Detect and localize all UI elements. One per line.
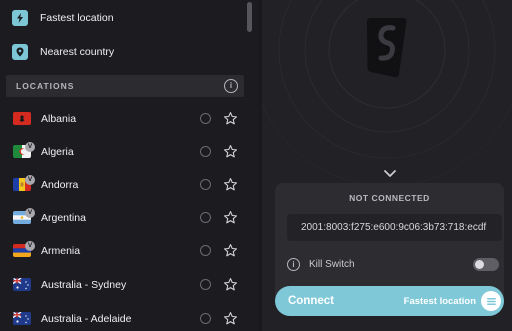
star-icon[interactable] xyxy=(223,144,238,159)
location-name: Australia - Sydney xyxy=(41,278,127,291)
connection-panel: NOT CONNECTED 2001:8003:f275:e600:9c06:3… xyxy=(262,0,512,331)
star-icon[interactable] xyxy=(223,311,238,326)
connection-status: NOT CONNECTED xyxy=(349,193,430,203)
kill-switch-row: i Kill Switch xyxy=(287,255,499,273)
location-row[interactable]: Albania xyxy=(0,102,250,135)
info-icon[interactable]: i xyxy=(287,257,300,271)
fastest-location-item[interactable]: Fastest location xyxy=(12,6,114,30)
locations-section-header: LOCATIONS i xyxy=(6,75,244,97)
server-load-icon xyxy=(200,313,211,324)
location-name: Australia - Adelaide xyxy=(41,312,132,325)
star-icon[interactable] xyxy=(223,243,238,258)
chevron-down-icon[interactable] xyxy=(382,168,398,180)
nearest-country-item[interactable]: Nearest country xyxy=(12,40,114,64)
location-row[interactable]: V Algeria xyxy=(0,135,250,168)
server-load-icon xyxy=(200,212,211,223)
connect-label: Connect xyxy=(288,295,334,307)
location-row[interactable]: V Armenia xyxy=(0,234,250,267)
location-name: Armenia xyxy=(41,244,81,257)
locations-title: LOCATIONS xyxy=(16,81,75,91)
location-row[interactable]: Australia - Sydney xyxy=(0,268,250,301)
star-icon[interactable] xyxy=(223,277,238,292)
kill-switch-label: Kill Switch xyxy=(309,258,355,270)
fastest-location-label: Fastest location xyxy=(40,12,114,24)
star-icon[interactable] xyxy=(223,111,238,126)
star-icon[interactable] xyxy=(223,177,238,192)
scrollbar[interactable] xyxy=(247,2,252,32)
server-load-icon xyxy=(200,113,211,124)
location-name: Andorra xyxy=(41,178,79,191)
server-load-icon xyxy=(200,245,211,256)
nearest-country-label: Nearest country xyxy=(40,46,115,58)
locations-panel: Fastest location Nearest country LOCATIO… xyxy=(0,0,258,331)
location-name: Albania xyxy=(41,112,77,125)
ip-address-field: 2001:8003:f275:e600:9c06:3b73:718:ecdf xyxy=(287,214,502,241)
virtual-location-badge: V xyxy=(25,142,35,152)
connect-button[interactable]: Connect Fastest location xyxy=(275,286,504,316)
location-row[interactable]: V Argentina xyxy=(0,201,250,234)
star-icon[interactable] xyxy=(223,210,238,225)
kill-switch-toggle[interactable] xyxy=(473,258,499,271)
server-load-icon xyxy=(200,146,211,157)
server-load-icon xyxy=(200,279,211,290)
albania-flag-icon xyxy=(13,112,31,125)
info-icon[interactable]: i xyxy=(224,79,238,93)
location-pin-icon xyxy=(12,44,28,60)
location-row[interactable]: Australia - Adelaide xyxy=(0,302,250,331)
virtual-location-badge: V xyxy=(25,208,35,218)
server-load-icon xyxy=(200,179,211,190)
surfshark-logo-icon xyxy=(367,18,407,78)
australia-flag-icon xyxy=(13,312,31,325)
virtual-location-badge: V xyxy=(25,241,35,251)
menu-icon[interactable] xyxy=(481,291,501,311)
lightning-icon xyxy=(12,10,28,26)
connection-status-card: NOT CONNECTED 2001:8003:f275:e600:9c06:3… xyxy=(275,183,504,303)
connect-target-label: Fastest location xyxy=(403,295,476,307)
location-row[interactable]: V Andorra xyxy=(0,168,250,201)
australia-flag-icon xyxy=(13,278,31,291)
location-name: Algeria xyxy=(41,145,74,158)
virtual-location-badge: V xyxy=(25,175,35,185)
location-name: Argentina xyxy=(41,211,86,224)
